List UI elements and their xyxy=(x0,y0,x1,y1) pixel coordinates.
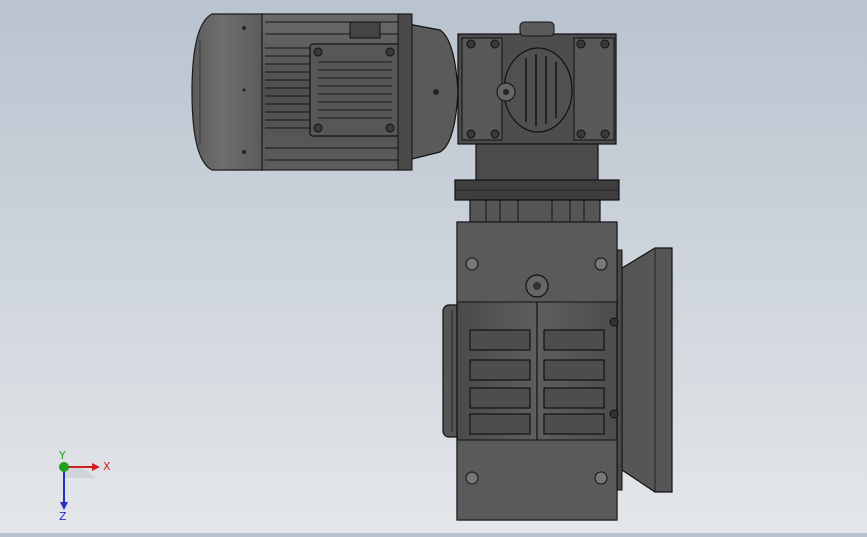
main-gearbox[interactable] xyxy=(442,221,673,521)
orientation-triad: X Y Z xyxy=(40,448,120,523)
graphics-viewport[interactable] xyxy=(0,0,867,533)
terminal-box xyxy=(309,43,401,137)
motor[interactable] xyxy=(191,13,459,171)
y-axis-marker xyxy=(59,462,69,472)
y-axis-label: Y xyxy=(58,449,66,462)
output-flange xyxy=(621,247,673,493)
x-axis-label: X xyxy=(103,460,111,473)
coupling-adapter xyxy=(454,143,620,225)
z-axis-label: Z xyxy=(59,510,67,523)
worm-gearbox[interactable] xyxy=(457,21,617,145)
motor-rear-cap xyxy=(191,13,266,171)
